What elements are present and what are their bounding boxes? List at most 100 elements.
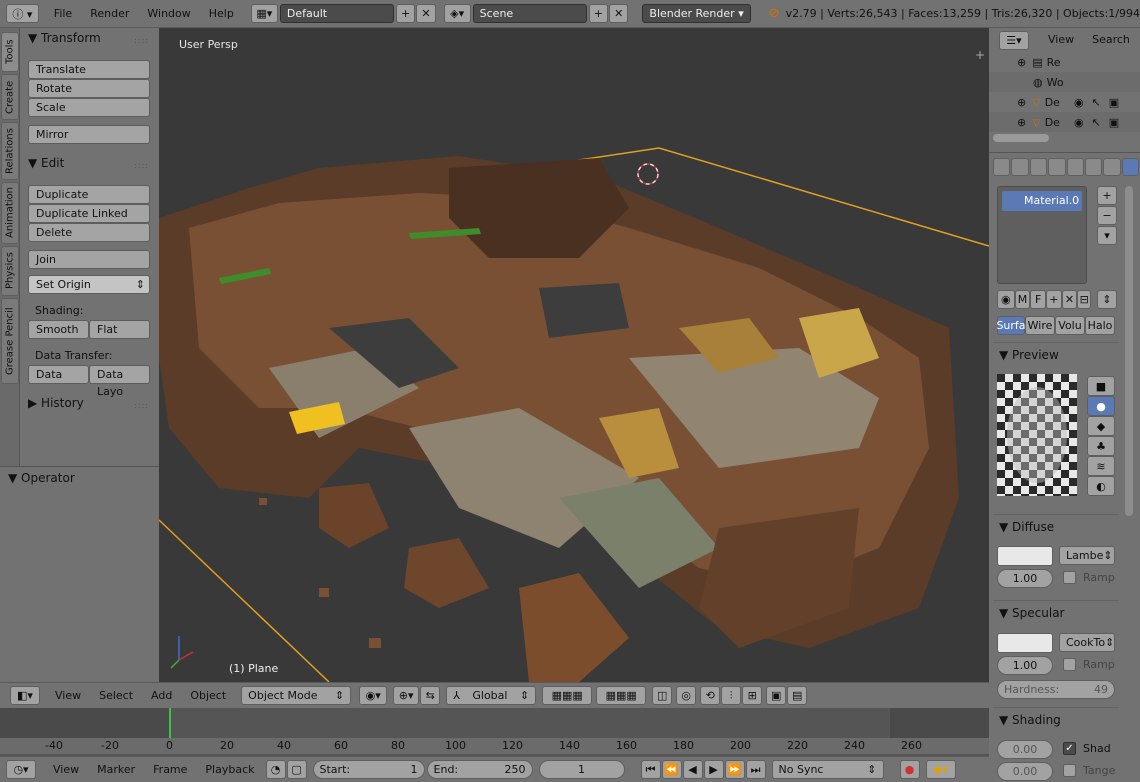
diffuse-panel-header[interactable]: ▼ Diffuse: [999, 520, 1054, 534]
lock-layers-icon[interactable]: ◫: [652, 686, 673, 705]
data-tab-icon[interactable]: [1103, 157, 1121, 176]
material-fake-user-button[interactable]: M: [1014, 290, 1031, 309]
editor-type-info-icon[interactable]: ⓘ ▾: [6, 4, 39, 23]
viewport-shading-icon[interactable]: ◉▾: [359, 686, 388, 705]
operator-panel-header[interactable]: ▼ Operator: [8, 471, 75, 485]
tab-animation[interactable]: Animation: [1, 182, 19, 244]
edit-panel-header[interactable]: ▼ Edit: [28, 156, 64, 170]
properties-scrollbar[interactable]: [1125, 186, 1133, 516]
panel-grip-icon[interactable]: ::::: [134, 161, 149, 170]
preview-panel-header[interactable]: ▼ Preview: [999, 348, 1059, 362]
scale-button[interactable]: Scale: [28, 98, 150, 117]
material-tab-icon[interactable]: [1121, 157, 1139, 176]
end-frame-field[interactable]: End: 250: [426, 760, 533, 779]
preview-monkey-icon[interactable]: ♣: [1087, 436, 1115, 456]
render-tab-icon[interactable]: [993, 157, 1011, 176]
render-still-icon[interactable]: ▣: [766, 686, 787, 705]
menu-search[interactable]: Search: [1083, 26, 1139, 54]
preview-sky-icon[interactable]: ◐: [1087, 476, 1115, 496]
material-link-icon[interactable]: ⊟: [1077, 290, 1092, 309]
material-link-select[interactable]: ⇕: [1097, 290, 1117, 309]
material-users-button[interactable]: F: [1030, 290, 1046, 309]
delete-button[interactable]: Delete: [28, 223, 150, 242]
smooth-button[interactable]: Smooth: [28, 320, 89, 339]
snap-target-icon[interactable]: ⊞: [742, 686, 763, 705]
unlink-material-icon[interactable]: ✕: [1061, 290, 1078, 309]
mirror-button[interactable]: Mirror: [28, 125, 150, 144]
flat-button[interactable]: Flat: [89, 320, 150, 339]
eye-icon[interactable]: ◉: [1074, 96, 1084, 109]
record-icon[interactable]: ●: [899, 760, 920, 779]
tab-create[interactable]: Create: [1, 74, 19, 120]
menu-view[interactable]: View: [44, 756, 88, 782]
outliner-scrollbar[interactable]: [993, 134, 1049, 142]
menu-frame[interactable]: Frame: [144, 756, 196, 782]
screen-layout-field[interactable]: Default: [279, 4, 394, 23]
tab-physics[interactable]: Physics: [1, 246, 19, 296]
jump-keyframe-back-icon[interactable]: ⏪: [661, 760, 682, 779]
render-engine-select[interactable]: Blender Render ▾: [642, 4, 751, 23]
rotate-button[interactable]: Rotate: [28, 79, 150, 98]
remove-slot-icon[interactable]: −: [1097, 206, 1117, 225]
preview-hair-icon[interactable]: ≋: [1087, 456, 1115, 476]
remove-screen-icon[interactable]: ✕: [416, 4, 436, 23]
lock-range-icon[interactable]: ▢: [286, 760, 307, 779]
snap-element-icon[interactable]: ⫶: [721, 686, 742, 705]
editor-type-outliner-icon[interactable]: ☰▾: [999, 30, 1029, 50]
panel-grip-icon[interactable]: ::::: [134, 36, 149, 45]
add-slot-icon[interactable]: +: [1097, 186, 1117, 205]
constraints-tab-icon[interactable]: [1066, 157, 1084, 176]
tab-tools[interactable]: Tools: [1, 32, 19, 72]
menu-playback[interactable]: Playback: [196, 756, 263, 782]
diffuse-ramp-checkbox[interactable]: [1063, 571, 1076, 584]
menu-view[interactable]: View: [46, 682, 90, 710]
play-icon[interactable]: ▶: [703, 760, 724, 779]
timeline-ruler[interactable]: -40 -20 0 20 40 60 80 100 120 140 160 18…: [0, 738, 989, 754]
tab-grease-pencil[interactable]: Grease Pencil: [1, 298, 19, 384]
translate-button[interactable]: Translate: [28, 60, 150, 79]
world-tab-icon[interactable]: [1029, 157, 1048, 176]
material-slot-item[interactable]: Material.0: [1002, 191, 1082, 211]
render-anim-icon[interactable]: ▤: [787, 686, 808, 705]
preview-cube-icon[interactable]: ◆: [1087, 416, 1115, 436]
eye-icon[interactable]: ◉: [1074, 116, 1084, 129]
interaction-mode-select[interactable]: Object Mode ⇕: [241, 686, 352, 705]
volume-type-button[interactable]: Volu: [1055, 316, 1085, 335]
specular-color-swatch[interactable]: [997, 633, 1053, 653]
pivot-point-icon[interactable]: ⊕▾: [393, 686, 420, 705]
shadeless-checkbox[interactable]: ✓: [1063, 742, 1076, 755]
slot-specials-icon[interactable]: ▾: [1097, 226, 1117, 245]
jump-end-icon[interactable]: ⏭: [745, 760, 766, 779]
menu-file[interactable]: File: [45, 0, 81, 28]
material-browse-icon[interactable]: ◉: [997, 290, 1015, 309]
camera-icon[interactable]: ▣: [1109, 116, 1119, 129]
material-slot-list[interactable]: Material.0: [997, 186, 1087, 284]
add-material-icon[interactable]: +: [1045, 290, 1062, 309]
diffuse-color-swatch[interactable]: [997, 546, 1053, 566]
outliner-row[interactable]: ⊕ ▽ De ◉ ↖ ▣: [989, 92, 1140, 112]
outliner-row[interactable]: ⊕ ▽ De ◉ ↖ ▣: [989, 112, 1140, 132]
diffuse-intensity-field[interactable]: 1.00: [997, 569, 1053, 588]
camera-icon[interactable]: ▣: [1109, 96, 1119, 109]
keying-set-icon[interactable]: ◆▾: [925, 760, 956, 779]
menu-select[interactable]: Select: [90, 682, 142, 710]
specular-ramp-checkbox[interactable]: [1063, 658, 1076, 671]
preview-sphere-icon[interactable]: ●: [1087, 396, 1115, 416]
scene-tab-icon[interactable]: [1011, 157, 1029, 176]
tangent-checkbox[interactable]: [1063, 764, 1076, 777]
modifier-tab-icon[interactable]: [1084, 157, 1103, 176]
duplicate-linked-button[interactable]: Duplicate Linked: [28, 204, 150, 223]
emit-field[interactable]: 0.00: [997, 740, 1053, 759]
specular-panel-header[interactable]: ▼ Specular: [999, 606, 1065, 620]
jump-start-icon[interactable]: ⏮: [640, 760, 661, 779]
editor-type-3d-icon[interactable]: ◧▾: [10, 686, 40, 705]
transform-orientation-select[interactable]: ⅄ Global ⇕: [446, 686, 537, 705]
start-frame-field[interactable]: Start: 1: [312, 760, 425, 779]
specular-shader-select[interactable]: CookTo ⇕: [1059, 633, 1115, 652]
timeline-area[interactable]: -40 -20 0 20 40 60 80 100 120 140 160 18…: [0, 708, 989, 756]
menu-render[interactable]: Render: [81, 0, 138, 28]
outliner-row[interactable]: ⊕ ▤ Re: [989, 52, 1140, 72]
add-scene-icon[interactable]: +: [588, 4, 609, 23]
scene-icon[interactable]: ◈▾: [443, 4, 471, 23]
preview-range-icon[interactable]: ◔: [265, 760, 286, 779]
